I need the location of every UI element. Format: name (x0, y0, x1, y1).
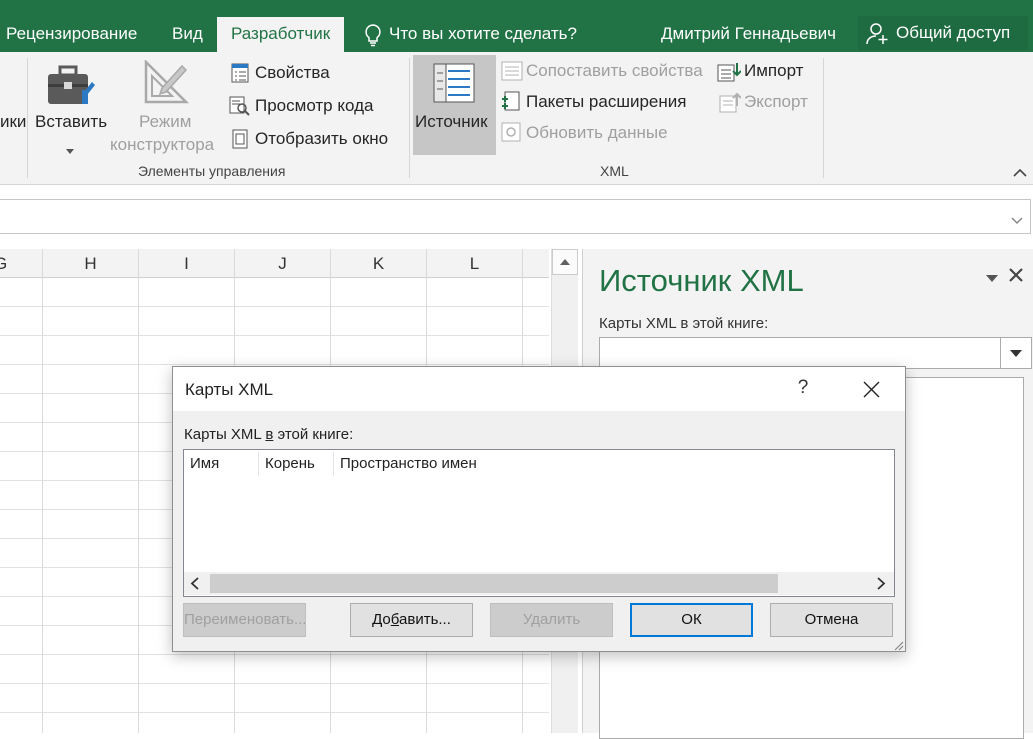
column-header[interactable]: I (139, 249, 235, 277)
maps-list-label: Карты XML в этой книге: (184, 426, 353, 443)
help-button[interactable]: ? (793, 377, 813, 401)
source-button[interactable]: Источник (413, 55, 496, 155)
expansion-packs-button[interactable]: Пакеты расширения (526, 92, 686, 112)
partial-button-label[interactable]: ики (0, 112, 26, 132)
xml-group-label: XML (600, 163, 629, 179)
pane-maps-label: Карты XML в этой книге: (599, 315, 769, 332)
properties-icon (231, 63, 249, 83)
add-button[interactable]: Добавить... (350, 603, 473, 637)
insert-button[interactable]: Вставить (35, 112, 107, 132)
gridline (138, 249, 139, 733)
source-label: Источник (415, 112, 488, 131)
tab-developer[interactable]: Разработчик (217, 17, 345, 52)
view-code-button[interactable]: Просмотр кода (255, 96, 373, 116)
map-properties-button[interactable]: Сопоставить свойства (526, 61, 703, 81)
design-mode-label-2[interactable]: конструктора (110, 135, 214, 155)
add-button-text: До (372, 611, 391, 628)
scroll-up-button[interactable] (552, 249, 578, 275)
design-mode-label-1[interactable]: Режим (139, 112, 191, 132)
chevron-down-icon[interactable] (66, 141, 74, 159)
group-separator (823, 58, 824, 178)
dropdown-button[interactable] (1000, 338, 1031, 368)
collapse-ribbon-icon[interactable] (1013, 164, 1027, 182)
pane-title: Источник XML (599, 263, 804, 298)
column-divider[interactable] (258, 452, 259, 476)
controls-group-label: Элементы управления (138, 163, 286, 179)
import-icon (717, 61, 742, 82)
scroll-left-icon[interactable] (190, 577, 200, 595)
scroll-right-icon[interactable] (876, 577, 886, 595)
column-header-namespace[interactable]: Пространство имен (340, 455, 477, 472)
maps-label-text: этой книге: (273, 426, 354, 443)
map-properties-icon (501, 61, 523, 81)
column-header-row: G H I J K L (0, 249, 549, 278)
resize-grip-icon[interactable] (892, 638, 904, 651)
column-header[interactable]: K (331, 249, 427, 277)
scrollbar-thumb[interactable] (210, 574, 778, 593)
ok-button[interactable]: ОК (630, 603, 753, 637)
column-divider[interactable] (333, 452, 334, 476)
column-header[interactable]: H (43, 249, 139, 277)
xml-maps-list[interactable]: Имя Корень Пространство имен (183, 449, 895, 597)
group-separator (409, 58, 410, 178)
close-icon[interactable] (1008, 267, 1024, 288)
close-icon (863, 381, 880, 398)
expand-formula-bar-icon[interactable] (1011, 212, 1023, 230)
column-header[interactable]: L (427, 249, 523, 277)
column-header-label: G (0, 254, 7, 273)
pane-options-icon[interactable] (985, 270, 999, 288)
cancel-button[interactable]: Отмена (770, 603, 893, 637)
export-icon (719, 92, 742, 113)
formula-bar[interactable] (0, 199, 1031, 234)
dialog-titlebar[interactable]: Карты XML ? (173, 367, 905, 411)
refresh-data-icon (501, 122, 521, 142)
share-button[interactable]: Общий доступ (858, 16, 1028, 50)
share-label: Общий доступ (896, 23, 1011, 42)
xml-maps-dialog: Карты XML ? Карты XML в этой книге: Имя … (172, 366, 906, 652)
maps-label-text: Карты XML (184, 426, 266, 443)
delete-button[interactable]: Удалить (490, 603, 613, 637)
xml-source-icon (433, 63, 475, 108)
ribbon: ики Вставить Режим конструктора Свойства… (0, 52, 1033, 185)
gridline (42, 249, 43, 733)
lightbulb-icon (364, 23, 382, 52)
tell-me-search[interactable]: Что вы хотите сделать? (389, 17, 577, 52)
column-header[interactable]: G (0, 249, 43, 277)
tab-review[interactable]: Рецензирование (6, 17, 137, 52)
horizontal-scrollbar[interactable] (184, 572, 894, 595)
add-button-accesskey: б (390, 611, 400, 628)
dialog-close-button[interactable] (853, 377, 889, 403)
group-separator (27, 58, 28, 178)
triangle-up-icon (560, 259, 570, 265)
view-code-icon (229, 96, 250, 116)
expansion-packs-icon (501, 91, 520, 111)
toolbox-icon (46, 62, 98, 113)
column-header[interactable]: J (235, 249, 331, 277)
export-button[interactable]: Экспорт (744, 92, 808, 112)
dialog-title: Карты XML (185, 380, 274, 399)
rename-button[interactable]: Переименовать... (183, 603, 306, 637)
column-header-root[interactable]: Корень (265, 455, 315, 472)
properties-button[interactable]: Свойства (255, 63, 330, 83)
design-mode-icon (140, 58, 190, 111)
ribbon-tab-bar: Рецензирование Вид Разработчик Что вы хо… (0, 0, 1033, 52)
chevron-down-icon (1010, 350, 1022, 357)
xml-map-select[interactable] (599, 337, 1032, 369)
user-name[interactable]: Дмитрий Геннадьевич (661, 17, 836, 52)
tab-view[interactable]: Вид (172, 17, 203, 52)
import-button[interactable]: Импорт (744, 61, 803, 81)
refresh-data-button[interactable]: Обновить данные (526, 123, 668, 143)
run-dialog-button[interactable]: Отобразить окно (255, 129, 388, 149)
column-header-name[interactable]: Имя (190, 455, 219, 472)
run-dialog-icon (231, 129, 249, 149)
add-button-text: авить... (399, 611, 451, 628)
